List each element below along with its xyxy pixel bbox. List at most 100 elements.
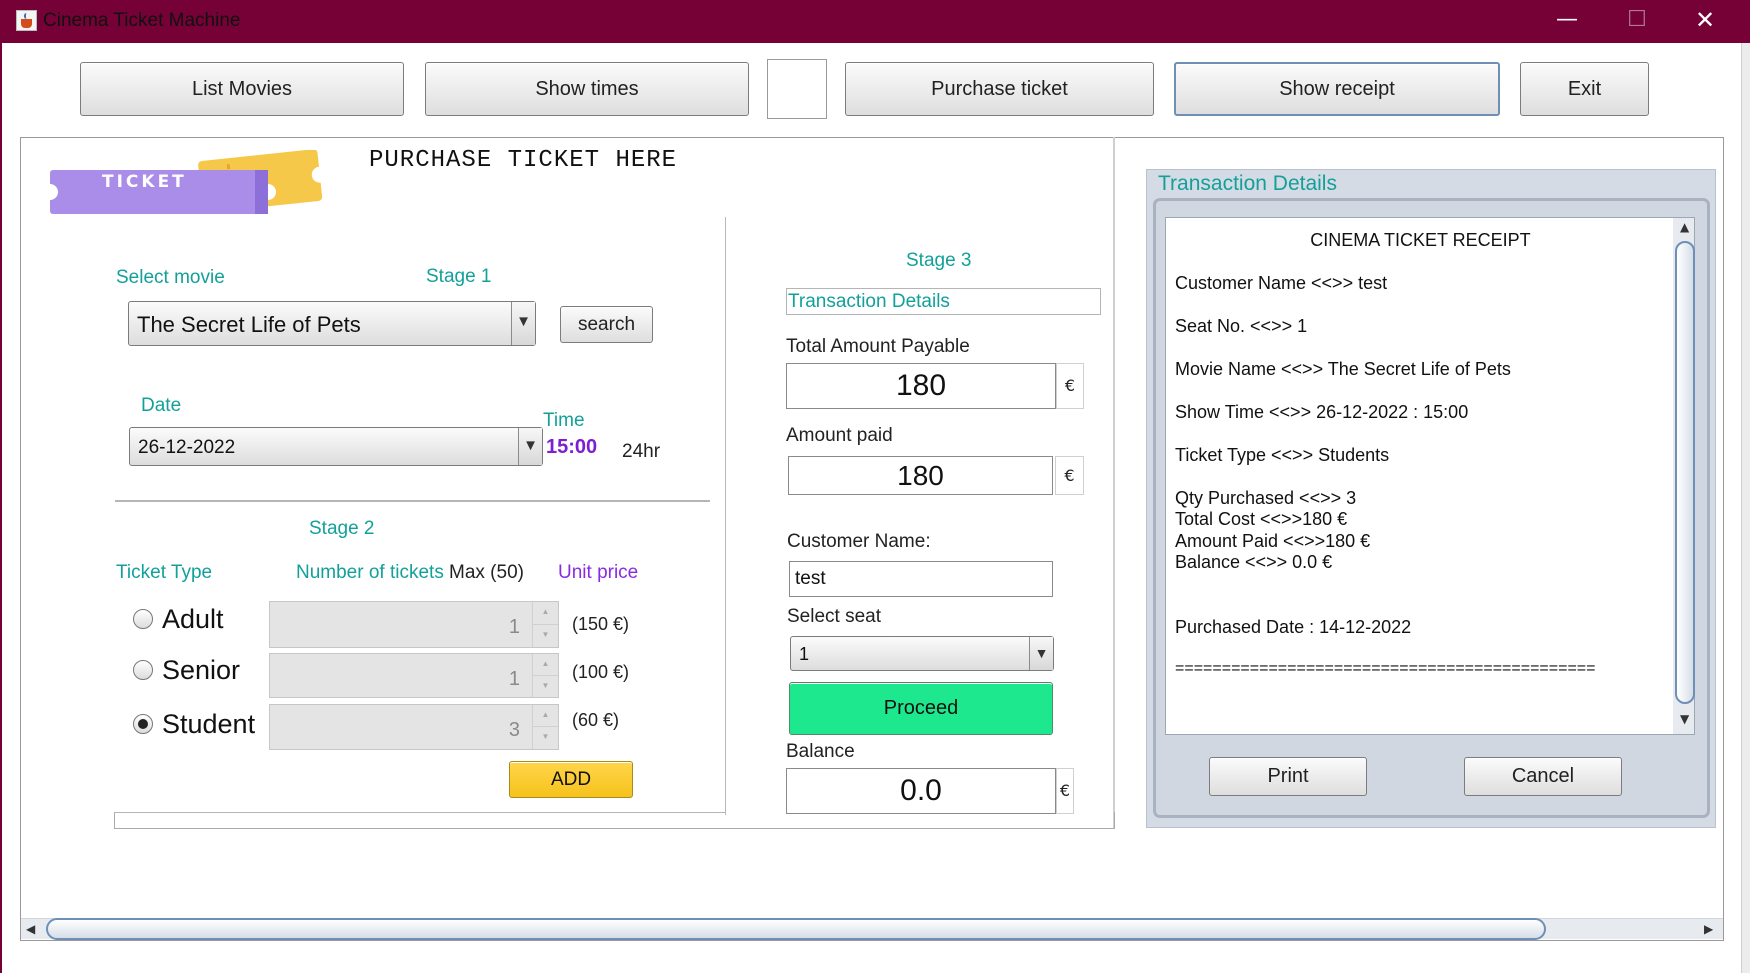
euro-sign: € [1055, 456, 1084, 495]
title-bar [0, 0, 1750, 43]
chevron-down-icon[interactable]: ▼ [511, 302, 535, 345]
adult-quantity-spinner[interactable]: 1 ▲ ▼ [269, 601, 559, 648]
chevron-down-icon[interactable]: ▼ [518, 428, 542, 465]
blank-panel [767, 59, 827, 119]
receipt-line: Total Cost <<>>180 € [1175, 509, 1348, 529]
receipt-line: Purchased Date : 14-12-2022 [1175, 617, 1412, 637]
time-label: Time [543, 410, 585, 431]
seat-select-value: 1 [799, 644, 810, 664]
spinner-down-icon[interactable]: ▼ [533, 727, 558, 749]
movie-select[interactable]: The Secret Life of Pets ▼ [128, 301, 536, 346]
balance-label: Balance [786, 741, 855, 762]
receipt-scroll-thumb[interactable] [1675, 241, 1695, 704]
maximize-button[interactable]: ☐ [1604, 0, 1670, 43]
adult-radio-label[interactable]: Adult [162, 604, 224, 635]
spinner-up-icon[interactable]: ▲ [533, 654, 558, 676]
ticket-logo-text: TICKET [102, 172, 187, 192]
horizontal-scroll-thumb[interactable] [46, 918, 1546, 940]
transaction-details-label: Transaction Details [788, 291, 950, 312]
receipt-line: Amount Paid <<>>180 € [1175, 531, 1371, 551]
amount-paid-label: Amount paid [786, 425, 893, 446]
receipt-line: Qty Purchased <<>> 3 [1175, 488, 1357, 508]
balance-field[interactable]: 0.0 [786, 768, 1056, 814]
total-payable-label: Total Amount Payable [786, 336, 970, 357]
spinner-up-icon[interactable]: ▲ [533, 705, 558, 727]
stage-divider-horizontal [115, 500, 710, 502]
unit-price-label: Unit price [558, 562, 639, 583]
scroll-right-icon[interactable]: ▶ [1704, 919, 1713, 939]
purchase-ticket-button[interactable]: Purchase ticket [845, 62, 1154, 116]
purchase-heading: PURCHASE TICKET HERE [369, 147, 678, 174]
proceed-button[interactable]: Proceed [789, 682, 1053, 735]
time-value: 15:00 [546, 436, 598, 458]
print-button[interactable]: Print [1209, 757, 1367, 796]
stage2-bottom-line [114, 812, 726, 813]
time-unit-label: 24hr [622, 441, 661, 462]
scroll-up-icon[interactable]: ▲ [1680, 220, 1689, 234]
stage1-label: Stage 1 [426, 266, 492, 287]
add-button[interactable]: ADD [509, 761, 633, 798]
senior-radio[interactable] [133, 660, 153, 680]
spinner-up-icon[interactable]: ▲ [533, 602, 558, 625]
window-right-edge [1741, 43, 1750, 973]
student-quantity-value: 3 [508, 719, 520, 741]
ticket-logo: TICKET [50, 150, 326, 214]
receipt-separator: ========================================… [1175, 660, 1596, 677]
spinner-down-icon[interactable]: ▼ [533, 625, 558, 648]
close-button[interactable]: ✕ [1672, 0, 1738, 43]
customer-name-field[interactable]: test [789, 561, 1053, 597]
show-receipt-button[interactable]: Show receipt [1174, 62, 1500, 116]
window-left-edge [0, 43, 2, 973]
senior-radio-label[interactable]: Senior [162, 655, 240, 686]
transaction-panel-title: Transaction Details [1158, 172, 1337, 195]
cancel-button[interactable]: Cancel [1464, 757, 1622, 796]
scroll-left-icon[interactable]: ◀ [26, 919, 35, 939]
date-select[interactable]: 26-12-2022 ▼ [129, 427, 543, 466]
seat-select[interactable]: 1 ▼ [790, 636, 1054, 671]
euro-sign: € [1056, 363, 1084, 409]
exit-button[interactable]: Exit [1520, 62, 1649, 116]
stage-divider-vertical [725, 217, 726, 815]
receipt-line: Show Time <<>> 26-12-2022 : 15:00 [1175, 402, 1469, 422]
stage3-label: Stage 3 [906, 250, 972, 271]
ticket-type-label: Ticket Type [116, 562, 213, 583]
spinner-down-icon[interactable]: ▼ [533, 676, 558, 698]
java-cup-icon [16, 10, 37, 31]
adult-radio[interactable] [133, 609, 153, 629]
euro-sign: € [1056, 768, 1074, 814]
date-label: Date [141, 395, 182, 416]
student-radio[interactable] [133, 714, 153, 734]
movie-select-value: The Secret Life of Pets [137, 312, 361, 337]
transaction-details-header: Transaction Details [786, 288, 1101, 315]
scroll-down-icon[interactable]: ▼ [1680, 712, 1689, 726]
list-movies-button[interactable]: List Movies [80, 62, 404, 116]
minimize-button[interactable]: — [1534, 0, 1600, 43]
number-of-tickets-label: Number of tickets [296, 562, 444, 583]
chevron-down-icon[interactable]: ▼ [1029, 637, 1053, 670]
max-tickets-label: Max (50) [449, 562, 524, 583]
purchase-area-bottom [114, 812, 1115, 829]
student-radio-label[interactable]: Student [162, 709, 255, 740]
date-select-value: 26-12-2022 [138, 437, 236, 458]
customer-name-label: Customer Name: [787, 531, 931, 552]
receipt-text-area[interactable]: CINEMA TICKET RECEIPT Customer Name <<>>… [1165, 217, 1674, 735]
total-payable-field[interactable]: 180 [786, 363, 1056, 409]
receipt-line: Ticket Type <<>> Students [1175, 445, 1390, 465]
adult-price: (150 €) [572, 614, 630, 634]
student-price: (60 €) [572, 710, 620, 730]
select-movie-label: Select movie [116, 267, 225, 288]
search-button[interactable]: search [560, 306, 653, 343]
receipt-line: Movie Name <<>> The Secret Life of Pets [1175, 359, 1511, 379]
student-quantity-spinner[interactable]: 3 ▲ ▼ [269, 704, 559, 750]
show-times-button[interactable]: Show times [425, 62, 749, 116]
senior-quantity-spinner[interactable]: 1 ▲ ▼ [269, 653, 559, 698]
receipt-line: Customer Name <<>> test [1175, 273, 1388, 293]
senior-quantity-value: 1 [508, 668, 520, 690]
stage2-label: Stage 2 [309, 518, 375, 539]
adult-quantity-value: 1 [508, 616, 520, 638]
receipt-line: Balance <<>> 0.0 € [1175, 552, 1333, 572]
receipt-line: Seat No. <<>> 1 [1175, 316, 1308, 336]
amount-paid-field[interactable]: 180 [788, 456, 1053, 495]
receipt-title: CINEMA TICKET RECEIPT [1310, 230, 1531, 250]
window-title: Cinema Ticket Machine [43, 10, 241, 31]
